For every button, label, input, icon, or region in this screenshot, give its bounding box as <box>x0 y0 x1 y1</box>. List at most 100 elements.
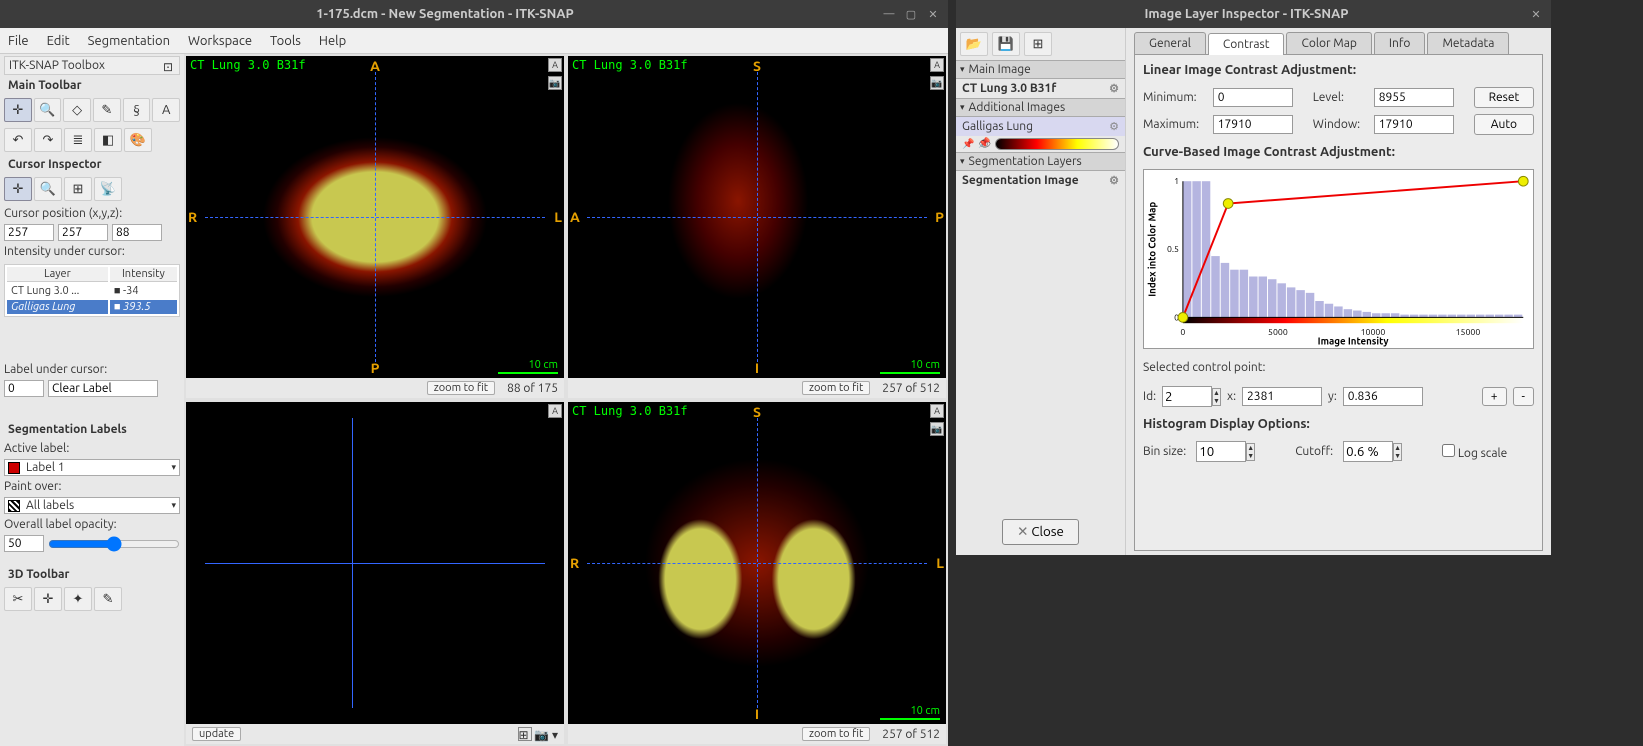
screenshot-icon[interactable]: 📷 <box>930 76 944 90</box>
cursor-z-input[interactable] <box>112 224 162 241</box>
level-input[interactable] <box>1374 88 1454 107</box>
menu-tools[interactable]: Tools <box>270 34 301 48</box>
cursor-sync-icon[interactable]: 📡 <box>94 177 122 201</box>
zoom-fit-button[interactable]: zoom to fit <box>427 381 495 395</box>
window-input[interactable] <box>1374 115 1454 134</box>
maximum-input[interactable] <box>1213 115 1293 134</box>
update-button[interactable]: update <box>192 727 241 741</box>
label-id-input[interactable] <box>4 380 44 397</box>
colormap-icon[interactable]: 🎨 <box>124 128 152 152</box>
view-grid: CT Lung 3.0 B31f A P R L 10 cm A📷 zoom t… <box>184 54 948 746</box>
3d-view[interactable]: A update ⊞ 📷 ▾ <box>186 402 564 744</box>
undo-icon[interactable]: ↶ <box>4 128 32 152</box>
cp-y-input[interactable] <box>1343 387 1423 406</box>
apply-icon[interactable]: ⊞ <box>1024 32 1052 56</box>
pin-icon[interactable]: 📌 <box>962 138 974 150</box>
inspector-close-icon[interactable]: ✕ <box>1529 7 1543 21</box>
opacity-slider[interactable] <box>48 536 180 552</box>
spinner-arrows[interactable]: ▲▼ <box>1246 443 1255 461</box>
brush-tool-icon[interactable]: ✎ <box>93 98 121 122</box>
gear-icon[interactable]: ⚙ <box>1109 120 1119 133</box>
additional-image-item[interactable]: Galligas Lung⚙ <box>956 117 1125 136</box>
gear-icon[interactable]: ⚙ <box>1109 174 1119 187</box>
paint-over-dropdown[interactable]: All labels <box>4 497 180 514</box>
contrast-chart[interactable]: 00.51050001000015000Image IntensityIndex… <box>1143 169 1534 349</box>
cp-x-label: x: <box>1227 390 1236 403</box>
minimize-button[interactable]: — <box>882 7 896 21</box>
spinner-arrows[interactable]: ▲▼ <box>1393 443 1402 461</box>
pin-icon[interactable]: ⊡ <box>163 60 175 72</box>
cp-x-input[interactable] <box>1242 387 1322 406</box>
pen3d-icon[interactable]: ✎ <box>94 587 122 611</box>
gear-icon[interactable]: ⚙ <box>1109 82 1119 95</box>
cp-id-input[interactable] <box>1162 386 1212 407</box>
remove-cp-button[interactable]: - <box>1513 387 1534 406</box>
spinner-arrows[interactable]: ▲▼ <box>1212 388 1221 406</box>
scale-label: 10 cm <box>528 359 558 371</box>
menu-edit[interactable]: Edit <box>47 34 70 48</box>
camera-icon[interactable]: 📷 <box>534 729 549 742</box>
open-icon[interactable]: 📂 <box>960 32 988 56</box>
contrast-icon[interactable]: ◧ <box>94 128 122 152</box>
colorbar[interactable] <box>995 138 1119 150</box>
redo-icon[interactable]: ↷ <box>34 128 62 152</box>
cursor-grid-icon[interactable]: ⊞ <box>64 177 92 201</box>
table-row[interactable]: CT Lung 3.0 ...■ -34 <box>7 284 177 298</box>
save-icon[interactable]: 💾 <box>992 32 1020 56</box>
seg-layers-header[interactable]: Segmentation Layers <box>956 152 1125 171</box>
reset-button[interactable]: Reset <box>1474 87 1534 108</box>
crosshair3d-icon[interactable]: ✛ <box>34 587 62 611</box>
view-toggle-icon[interactable]: ⊞ <box>518 727 532 741</box>
layer-icon[interactable]: ≣ <box>64 128 92 152</box>
zoom-fit-button[interactable]: zoom to fit <box>802 381 870 395</box>
annotation-tool-icon[interactable]: A <box>152 98 180 122</box>
bin-input[interactable] <box>1196 441 1246 462</box>
expand-icon[interactable]: A <box>548 404 562 418</box>
close-button[interactable]: Close <box>1002 519 1079 545</box>
main-image-header[interactable]: Main Image <box>956 60 1125 79</box>
axial-view[interactable]: CT Lung 3.0 B31f A P R L 10 cm A📷 zoom t… <box>186 56 564 398</box>
auto-button[interactable]: Auto <box>1474 114 1534 135</box>
expand-icon[interactable]: A <box>930 58 944 72</box>
zoom-tool-icon[interactable]: 🔍 <box>34 98 62 122</box>
snake-tool-icon[interactable]: § <box>123 98 151 122</box>
add-cp-button[interactable]: + <box>1482 387 1507 406</box>
tab-contrast[interactable]: Contrast <box>1208 33 1285 55</box>
cursor-zoom-icon[interactable]: 🔍 <box>34 177 62 201</box>
sagittal-view[interactable]: CT Lung 3.0 B31f S I A P 10 cm A📷 zoom t… <box>568 56 946 398</box>
cursor-x-input[interactable] <box>4 224 54 241</box>
spray-icon[interactable]: ✦ <box>64 587 92 611</box>
crosshair-tool-icon[interactable]: ✛ <box>4 98 32 122</box>
log-scale-checkbox[interactable]: Log scale <box>1442 444 1507 460</box>
opacity-input[interactable] <box>4 535 44 552</box>
menu-segmentation[interactable]: Segmentation <box>88 34 170 48</box>
label-name-input[interactable] <box>48 380 158 397</box>
active-label-dropdown[interactable]: Label 1 <box>4 459 180 476</box>
tab-metadata[interactable]: Metadata <box>1427 32 1509 54</box>
minimum-input[interactable] <box>1213 88 1293 107</box>
close-button[interactable]: ✕ <box>926 7 940 21</box>
polygon-tool-icon[interactable]: ◇ <box>63 98 91 122</box>
cutoff-input[interactable] <box>1343 441 1393 462</box>
slice-position: 257 of 512 <box>882 382 940 395</box>
tab-info[interactable]: Info <box>1374 32 1426 54</box>
screenshot-icon[interactable]: 📷 <box>548 76 562 90</box>
zoom-fit-button[interactable]: zoom to fit <box>802 727 870 741</box>
maximize-button[interactable]: ▢ <box>904 7 918 21</box>
main-image-item[interactable]: CT Lung 3.0 B31f⚙ <box>956 79 1125 98</box>
additional-images-header[interactable]: Additional Images <box>956 98 1125 117</box>
cursor-y-input[interactable] <box>58 224 108 241</box>
screenshot-icon[interactable]: 📷 <box>930 422 944 436</box>
table-row[interactable]: Galligas Lung■ 393.5 <box>7 300 177 314</box>
seg-layer-item[interactable]: Segmentation Image⚙ <box>956 171 1125 190</box>
tab-colormap[interactable]: Color Map <box>1286 32 1371 54</box>
cursor-mode-icon[interactable]: ✛ <box>4 177 32 201</box>
coronal-view[interactable]: CT Lung 3.0 B31f S I R L 10 cm A📷 zoom t… <box>568 402 946 744</box>
scalpel-icon[interactable]: ✂ <box>4 587 32 611</box>
menu-workspace[interactable]: Workspace <box>188 34 252 48</box>
expand-icon[interactable]: A <box>930 404 944 418</box>
expand-icon[interactable]: A <box>548 58 562 72</box>
tab-general[interactable]: General <box>1134 32 1206 54</box>
menu-help[interactable]: Help <box>319 34 346 48</box>
menu-file[interactable]: File <box>8 34 29 48</box>
